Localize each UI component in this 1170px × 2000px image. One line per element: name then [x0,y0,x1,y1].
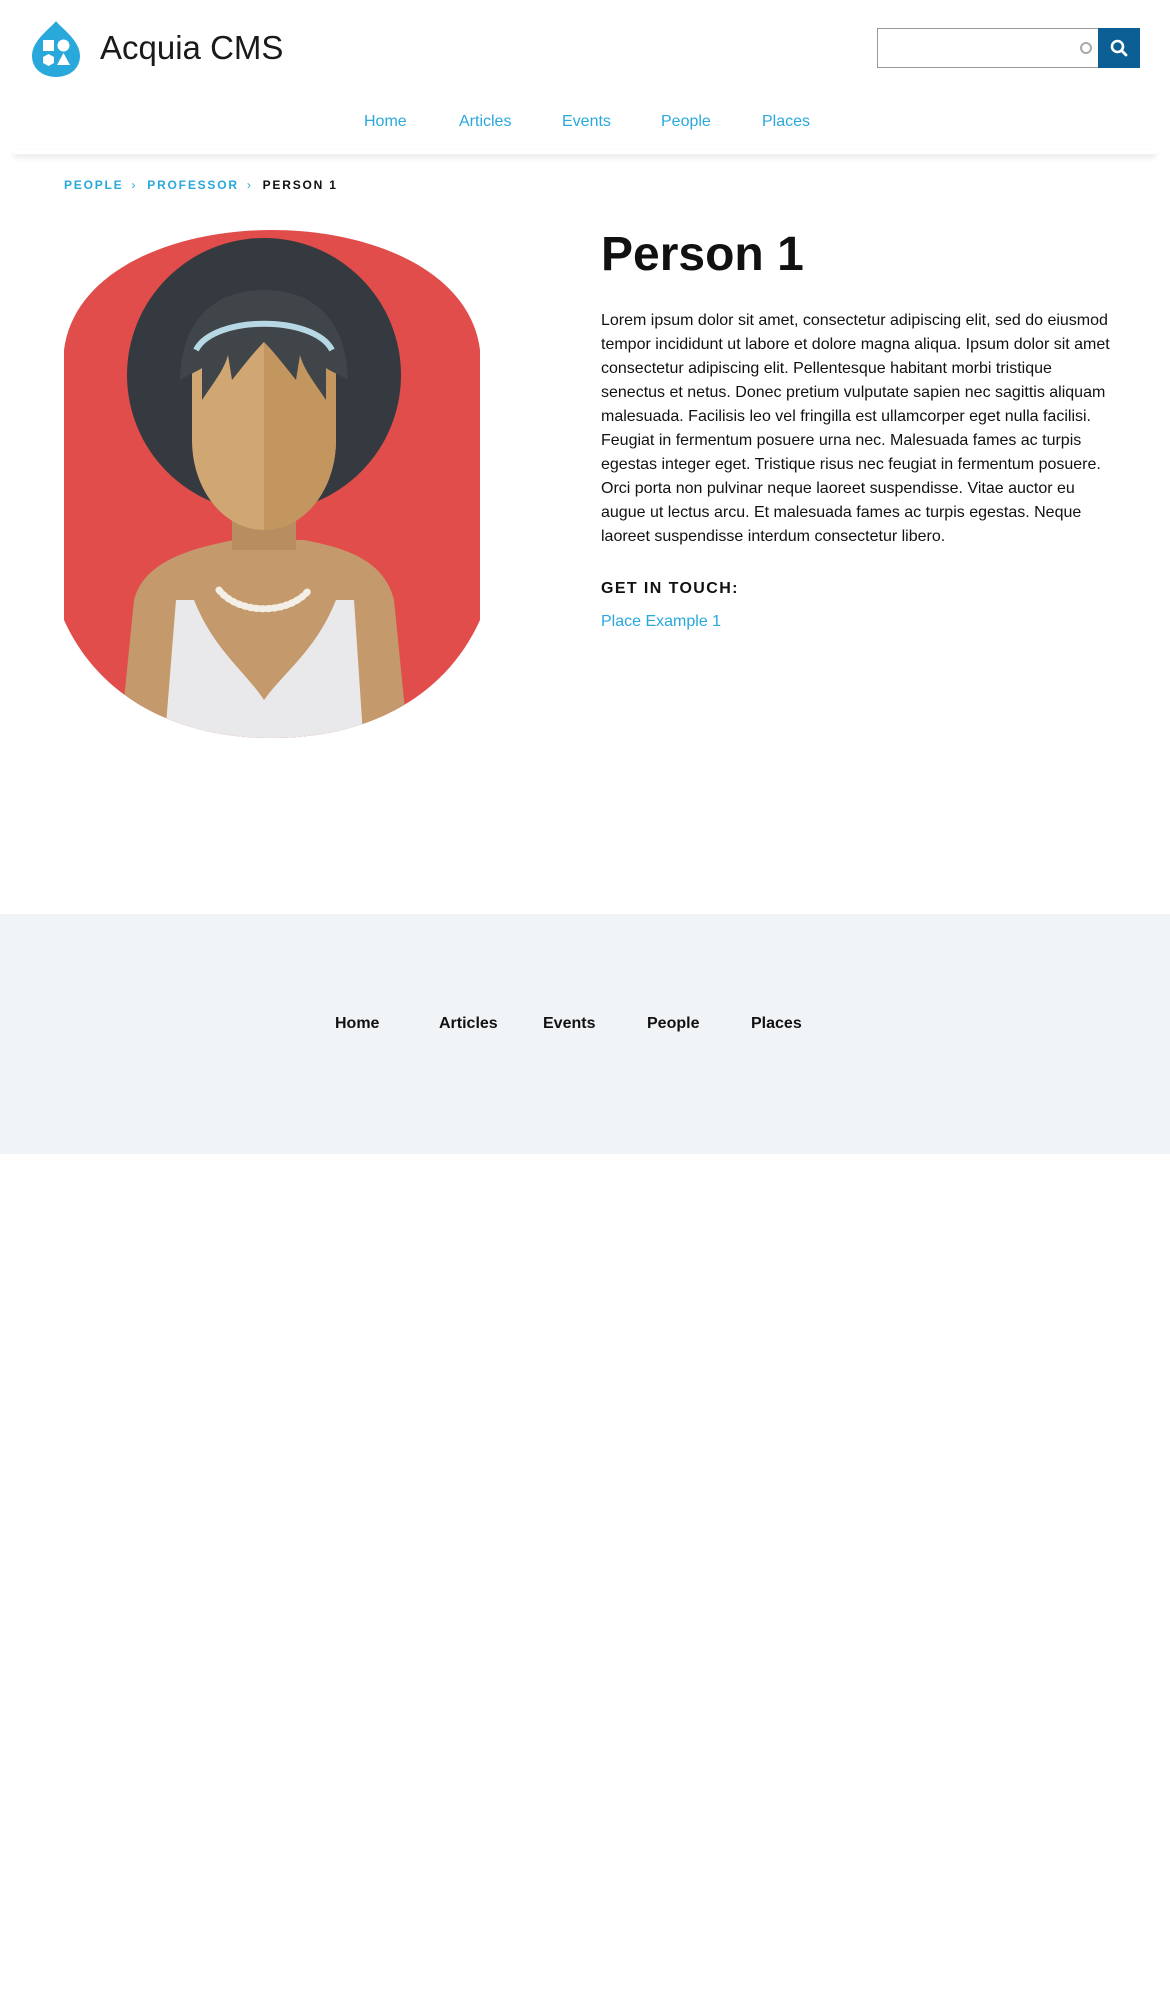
person-portrait [64,230,480,738]
breadcrumb-people[interactable]: PEOPLE [64,178,123,192]
breadcrumb-professor[interactable]: PROFESSOR [147,178,239,192]
person-bio: Lorem ipsum dolor sit amet, consectetur … [601,312,1110,545]
header-divider [14,150,1156,154]
footer-nav-places[interactable]: Places [751,1012,802,1036]
main-navigation: Home Articles Events People Places [0,110,1170,140]
nav-people[interactable]: People [661,110,711,134]
site-header: Acquia CMS Home Articles Events People P… [0,0,1170,152]
search-loading-icon [1080,42,1092,54]
get-in-touch-label: GET IN TOUCH: [601,580,739,597]
footer-nav-articles[interactable]: Articles [439,1012,498,1036]
nav-home[interactable]: Home [364,110,407,134]
site-logo-icon[interactable] [31,20,81,78]
chevron-right-icon: › [246,178,253,192]
search-icon [1110,39,1128,57]
place-example-link[interactable]: Place Example 1 [601,611,721,633]
site-footer: Home Articles Events People Places [0,914,1170,1154]
search-button[interactable] [1098,28,1140,68]
footer-nav-events[interactable]: Events [543,1012,595,1036]
footer-nav-people[interactable]: People [647,1012,699,1036]
person-name-heading: Person 1 [601,228,804,281]
footer-nav-home[interactable]: Home [335,1012,379,1036]
chevron-right-icon: › [131,178,138,192]
nav-events[interactable]: Events [562,110,611,134]
breadcrumb-current: PERSON 1 [262,178,338,192]
nav-places[interactable]: Places [762,110,810,134]
site-name[interactable]: Acquia CMS [100,26,283,70]
nav-articles[interactable]: Articles [459,110,511,134]
search-input[interactable] [877,28,1099,68]
breadcrumb: PEOPLE › PROFESSOR › PERSON 1 [64,176,338,194]
